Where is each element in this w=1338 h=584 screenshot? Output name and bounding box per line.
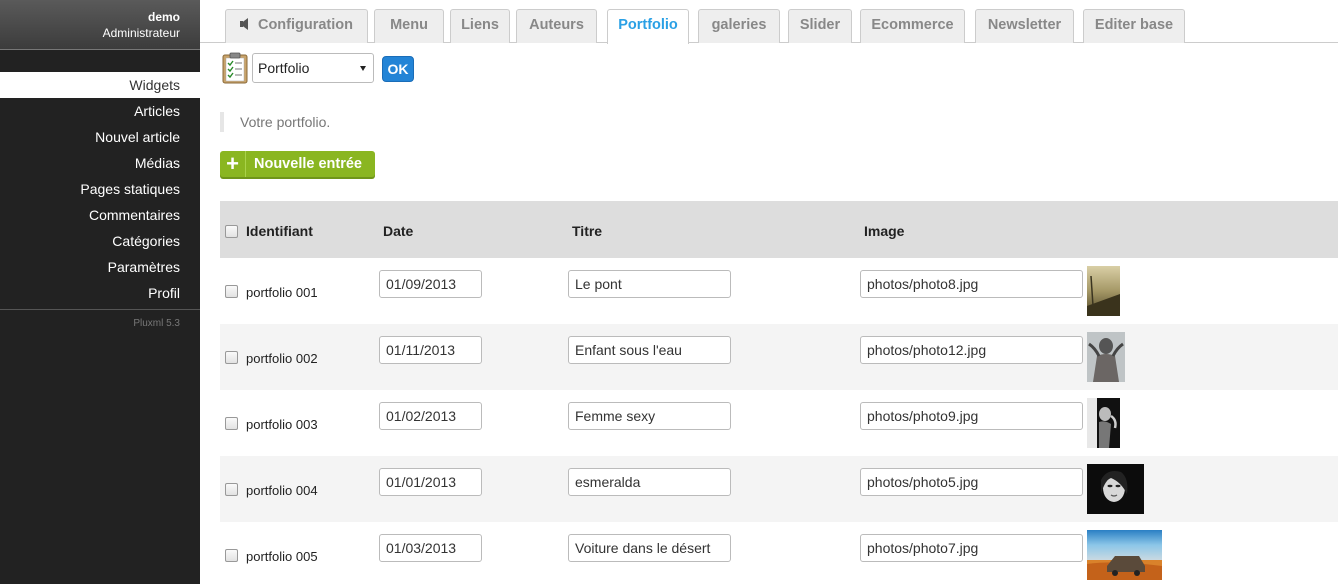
table-row: portfolio 002 01/11/2013 Enfant sous l'e… (220, 324, 1338, 390)
sidebar-item-profile[interactable]: Profil (0, 280, 200, 306)
row-identifier: portfolio 005 (246, 549, 318, 564)
image-input[interactable]: photos/photo9.jpg (860, 402, 1083, 430)
tab-label: Portfolio (618, 17, 678, 33)
image-input[interactable]: photos/photo7.jpg (860, 534, 1083, 562)
tab-label: galeries (711, 17, 767, 33)
row-checkbox[interactable] (225, 483, 238, 496)
sidebar-menu: Widgets Articles Nouvel article Médias P… (0, 72, 200, 306)
row-identifier: portfolio 004 (246, 483, 318, 498)
tab-portfolio[interactable]: Portfolio (607, 9, 689, 44)
header-date: Date (383, 223, 414, 239)
header-titre: Titre (572, 223, 603, 239)
plugin-tabs: Configuration Menu Liens Auteurs Portfol… (200, 0, 1338, 44)
table-row: portfolio 004 01/01/2013 esmeralda photo… (220, 456, 1338, 522)
action-select-value: Portfolio (258, 60, 310, 76)
tab-ecommerce[interactable]: Ecommerce (860, 9, 965, 43)
photo-thumbnail (1087, 332, 1125, 382)
tab-label: Menu (390, 17, 428, 33)
table-row: portfolio 003 01/02/2013 Femme sexy phot… (220, 390, 1338, 456)
action-select[interactable]: Portfolio (252, 53, 374, 83)
title-input[interactable]: esmeralda (568, 468, 731, 496)
sidebar-item-media[interactable]: Médias (0, 150, 200, 176)
ok-button[interactable]: OK (382, 56, 414, 82)
tab-liens[interactable]: Liens (450, 9, 510, 43)
tab-menu[interactable]: Menu (374, 9, 444, 43)
photo-thumbnail (1087, 266, 1120, 316)
sidebar-item-comments[interactable]: Commentaires (0, 202, 200, 228)
tab-label: Auteurs (529, 17, 584, 33)
sidebar-item-articles[interactable]: Articles (0, 98, 200, 124)
plus-icon: + (220, 151, 246, 177)
row-checkbox[interactable] (225, 351, 238, 364)
tab-editer-base[interactable]: Editer base (1083, 9, 1185, 43)
image-input[interactable]: photos/photo8.jpg (860, 270, 1083, 298)
header-image: Image (864, 223, 905, 239)
date-input[interactable]: 01/02/2013 (379, 402, 482, 430)
table-row: portfolio 001 01/09/2013 Le pont photos/… (220, 258, 1338, 324)
sidebar-item-settings[interactable]: Paramètres (0, 254, 200, 280)
title-input[interactable]: Femme sexy (568, 402, 731, 430)
image-input[interactable]: photos/photo5.jpg (860, 468, 1083, 496)
tab-label: Liens (461, 17, 499, 33)
tab-label: Editer base (1094, 17, 1174, 33)
tab-galeries[interactable]: galeries (698, 9, 780, 43)
checklist-clipboard-icon (222, 52, 248, 84)
row-identifier: portfolio 002 (246, 351, 318, 366)
title-input[interactable]: Voiture dans le désert (568, 534, 731, 562)
tab-label: Newsletter (987, 17, 1062, 33)
sidebar-divider (0, 309, 200, 310)
tab-auteurs[interactable]: Auteurs (516, 9, 597, 43)
tab-configuration[interactable]: Configuration (225, 9, 368, 43)
table-header: Identifiant Date Titre Image (220, 201, 1338, 258)
user-name: demo (147, 10, 180, 24)
date-input[interactable]: 01/11/2013 (379, 336, 482, 364)
new-entry-label: Nouvelle entrée (254, 156, 362, 172)
sidebar-item-static-pages[interactable]: Pages statiques (0, 176, 200, 202)
row-identifier: portfolio 001 (246, 285, 318, 300)
photo-thumbnail (1087, 530, 1162, 580)
row-identifier: portfolio 003 (246, 417, 318, 432)
row-checkbox[interactable] (225, 417, 238, 430)
date-input[interactable]: 01/03/2013 (379, 534, 482, 562)
tab-label: Ecommerce (871, 17, 954, 33)
photo-thumbnail (1087, 464, 1144, 514)
title-input[interactable]: Enfant sous l'eau (568, 336, 731, 364)
sidebar-item-categories[interactable]: Catégories (0, 228, 200, 254)
portfolio-table: Identifiant Date Titre Image portfolio 0… (220, 201, 1338, 584)
tab-newsletter[interactable]: Newsletter (975, 9, 1074, 43)
row-checkbox[interactable] (225, 285, 238, 298)
tab-label: Configuration (257, 17, 354, 33)
photo-thumbnail (1087, 398, 1120, 448)
speaker-icon (239, 18, 248, 30)
row-checkbox[interactable] (225, 549, 238, 562)
sidebar: demo Administrateur Widgets Articles Nou… (0, 0, 200, 584)
version-label: Pluxml 5.3 (133, 318, 180, 329)
table-row: portfolio 005 01/03/2013 Voiture dans le… (220, 522, 1338, 584)
date-input[interactable]: 01/01/2013 (379, 468, 482, 496)
new-entry-button[interactable]: + Nouvelle entrée (220, 151, 375, 177)
tab-label: Slider (799, 17, 841, 33)
select-all-checkbox[interactable] (225, 225, 238, 238)
sidebar-item-new-article[interactable]: Nouvel article (0, 124, 200, 150)
image-input[interactable]: photos/photo12.jpg (860, 336, 1083, 364)
caret-down-icon (360, 66, 366, 71)
tab-slider[interactable]: Slider (788, 9, 852, 43)
header-identifiant: Identifiant (246, 223, 313, 239)
sidebar-item-widgets[interactable]: Widgets (0, 72, 200, 98)
user-box: demo Administrateur (0, 0, 200, 50)
date-input[interactable]: 01/09/2013 (379, 270, 482, 298)
title-input[interactable]: Le pont (568, 270, 731, 298)
user-role: Administrateur (102, 26, 180, 40)
intro-text: Votre portfolio. (220, 112, 330, 132)
